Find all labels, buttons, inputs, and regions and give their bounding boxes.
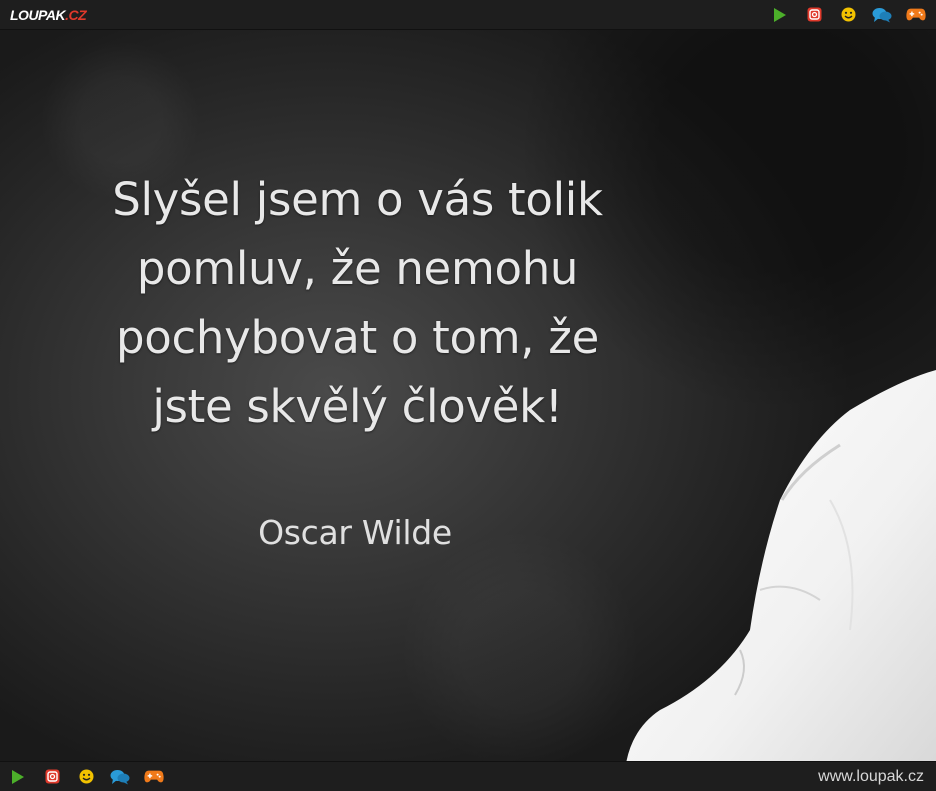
play-icon[interactable] <box>8 768 28 786</box>
chat-icon[interactable] <box>872 6 892 24</box>
quote-line-3: pochybovat o tom, že <box>115 311 599 364</box>
quote-text: Slyšel jsem o vás tolik pomluv, že nemoh… <box>0 165 715 441</box>
play-icon[interactable] <box>770 6 790 24</box>
chat-icon[interactable] <box>110 768 130 786</box>
smiley-icon[interactable] <box>838 6 858 24</box>
instagram-icon[interactable] <box>42 768 62 786</box>
top-icon-group <box>770 6 926 24</box>
quote-line-2: pomluv, že nemohu <box>136 242 579 295</box>
site-url-link[interactable]: www.loupak.cz <box>818 768 924 786</box>
bottom-bar: www.loupak.cz <box>0 761 936 791</box>
quote-line-1: Slyšel jsem o vás tolik <box>112 173 603 226</box>
page-frame: LOUPAK.CZ Slyšel jsem o vás tolik pomluv… <box>0 0 936 791</box>
bottom-icon-group <box>8 768 164 786</box>
instagram-icon[interactable] <box>804 6 824 24</box>
quote-image: Slyšel jsem o vás tolik pomluv, že nemoh… <box>0 30 936 761</box>
logo-main-text: LOUPAK <box>10 6 66 23</box>
logo-tld-text: .CZ <box>65 6 87 23</box>
top-bar: LOUPAK.CZ <box>0 0 936 30</box>
gamepad-icon[interactable] <box>906 6 926 24</box>
quote-line-4: jste skvělý člověk! <box>152 380 563 433</box>
site-logo[interactable]: LOUPAK.CZ <box>10 6 87 23</box>
quote-author: Oscar Wilde <box>258 513 452 552</box>
gamepad-icon[interactable] <box>144 768 164 786</box>
smiley-icon[interactable] <box>76 768 96 786</box>
